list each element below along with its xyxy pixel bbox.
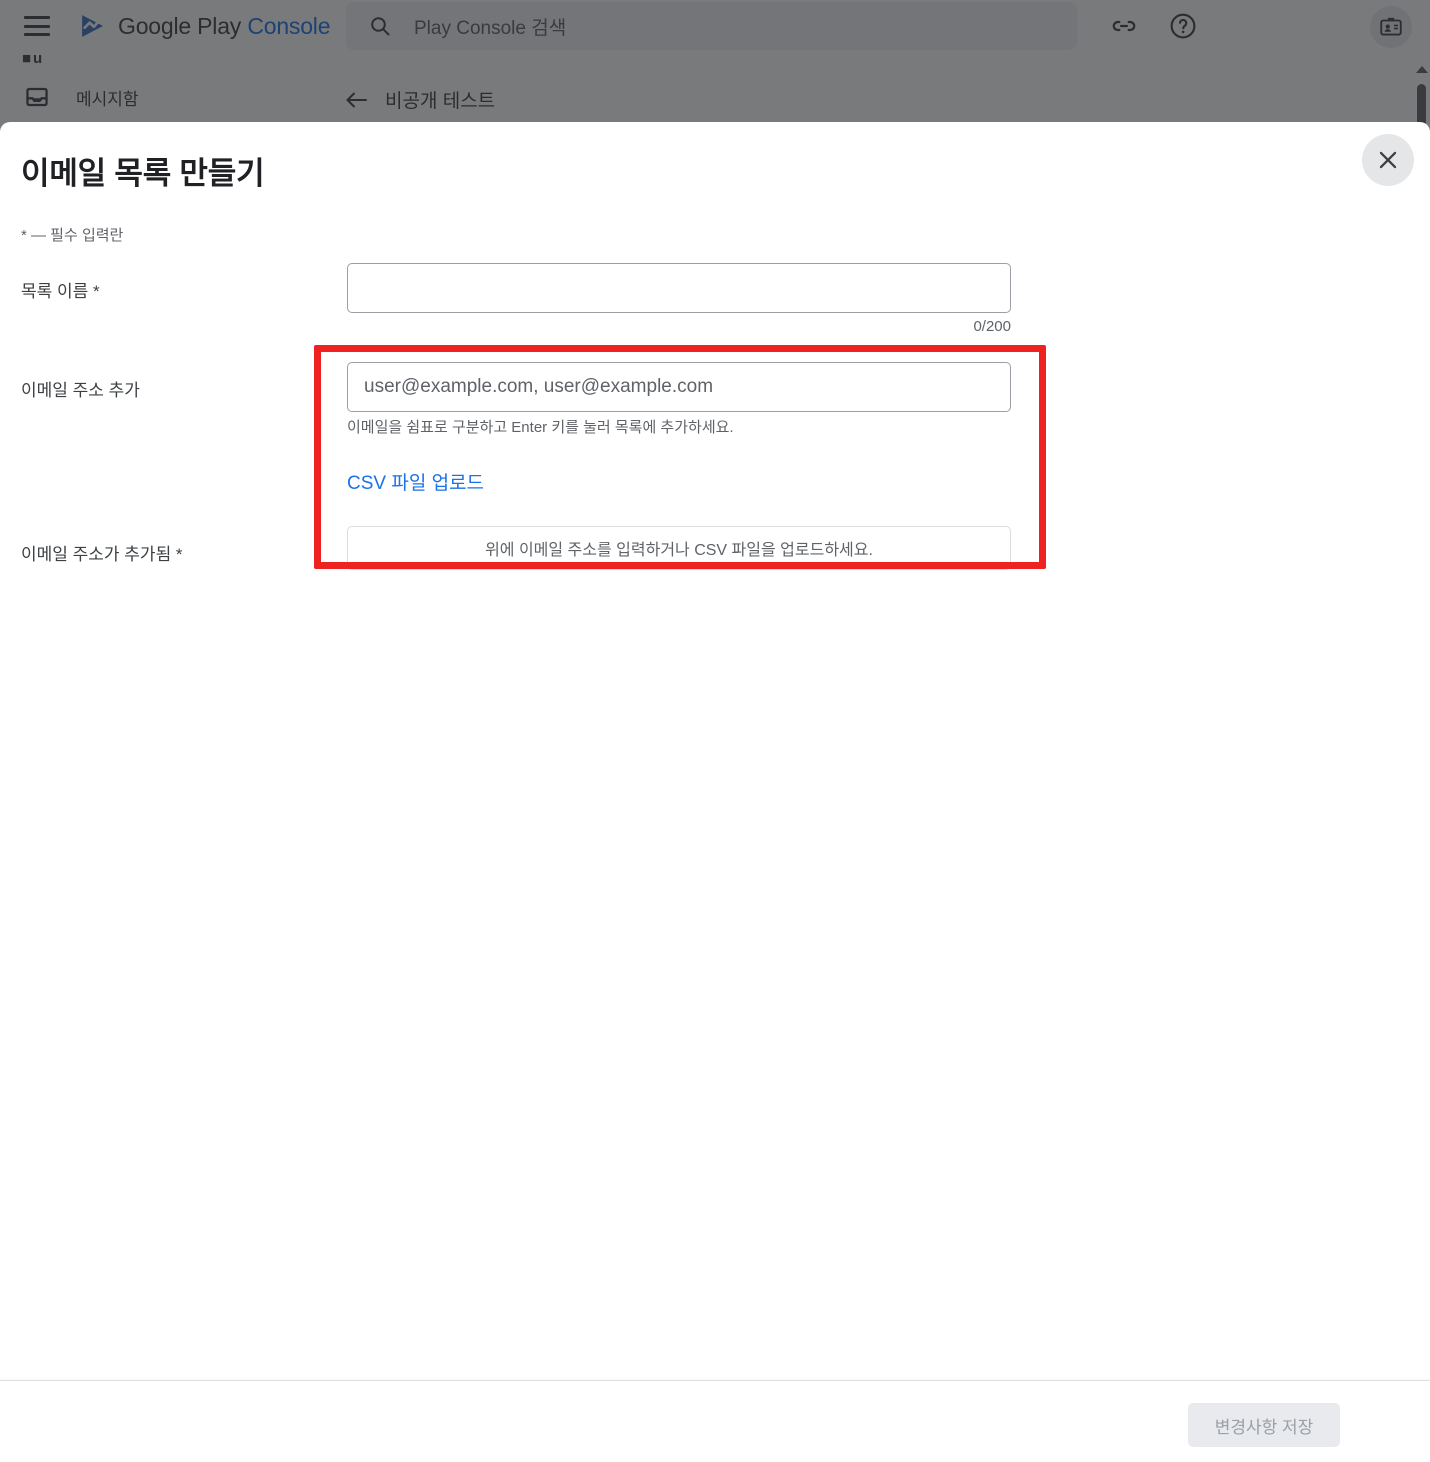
list-name-label: 목록 이름 * bbox=[21, 282, 100, 301]
emails-added-empty-text: 위에 이메일 주소를 입력하거나 CSV 파일을 업로드하세요. bbox=[485, 542, 873, 559]
required-fields-note: * — 필수 입력란 bbox=[21, 227, 124, 244]
list-name-char-counter: 0/200 bbox=[973, 318, 1011, 335]
emails-added-label: 이메일 주소가 추가됨 * bbox=[21, 545, 183, 564]
footer-divider bbox=[0, 1380, 1430, 1381]
save-changes-button[interactable]: 변경사항 저장 bbox=[1188, 1403, 1340, 1447]
csv-upload-link[interactable]: CSV 파일 업로드 bbox=[347, 468, 484, 495]
close-x-icon bbox=[1379, 151, 1397, 169]
emails-added-empty-state: 위에 이메일 주소를 입력하거나 CSV 파일을 업로드하세요. bbox=[347, 526, 1011, 570]
dialog-title: 이메일 목록 만들기 bbox=[21, 156, 265, 191]
add-emails-helper-text: 이메일을 쉼표로 구분하고 Enter 키를 눌러 목록에 추가하세요. bbox=[347, 419, 734, 436]
add-emails-label: 이메일 주소 추가 bbox=[21, 381, 140, 400]
list-name-input[interactable] bbox=[347, 263, 1011, 313]
add-emails-input[interactable] bbox=[347, 362, 1011, 412]
create-email-list-dialog: 이메일 목록 만들기 * — 필수 입력란 목록 이름 * 0/200 이메일 … bbox=[0, 122, 1430, 1462]
close-button[interactable] bbox=[1362, 134, 1414, 186]
